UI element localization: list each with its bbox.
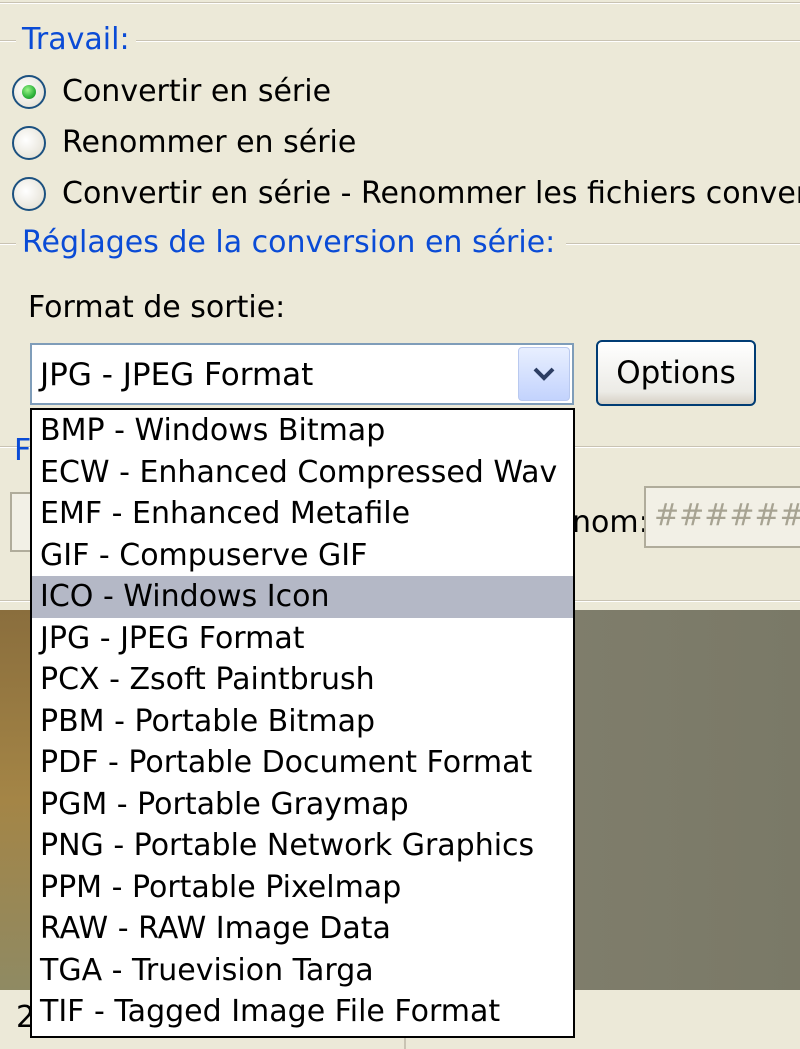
format-option[interactable]: PCX - Zsoft Paintbrush bbox=[32, 659, 573, 701]
format-option[interactable]: PGM - Portable Graymap bbox=[32, 784, 573, 826]
format-option[interactable]: PNG - Portable Network Graphics bbox=[32, 825, 573, 867]
radio-label-convertir[interactable]: Convertir en série bbox=[62, 74, 331, 110]
dropdown-arrow-button[interactable] bbox=[518, 347, 570, 401]
format-option[interactable]: RAW - RAW Image Data bbox=[32, 908, 573, 950]
format-option[interactable]: TIF - Tagged Image File Format bbox=[32, 991, 573, 1033]
format-option[interactable]: ECW - Enhanced Compressed Wav bbox=[32, 452, 573, 494]
radio-label-renommer[interactable]: Renommer en série bbox=[62, 125, 356, 161]
format-option[interactable]: PPM - Portable Pixelmap bbox=[32, 867, 573, 909]
output-format-select[interactable]: JPG - JPEG Format bbox=[30, 343, 574, 405]
travail-group-label: Travail: bbox=[22, 22, 130, 57]
reglages-group-line-right bbox=[566, 243, 800, 245]
reglages-group-line-left bbox=[0, 243, 16, 245]
top-border bbox=[0, 2, 800, 4]
name-label: nom: bbox=[572, 505, 649, 540]
format-option[interactable]: EMF - Enhanced Metafile bbox=[32, 493, 573, 535]
format-dropdown-list[interactable]: BMP - Windows Bitmap ECW - Enhanced Compr… bbox=[30, 408, 575, 1038]
travail-group-line-right bbox=[136, 40, 800, 42]
obscured-group-label: F bbox=[14, 433, 32, 468]
travail-group-line-left bbox=[0, 40, 16, 42]
format-option[interactable]: TGA - Truevision Targa bbox=[32, 950, 573, 992]
radio-convertir-renommer[interactable] bbox=[12, 177, 46, 211]
format-option[interactable]: ICO - Windows Icon bbox=[32, 576, 573, 618]
radio-convertir[interactable] bbox=[12, 75, 46, 109]
format-label: Format de sortie: bbox=[28, 290, 286, 325]
radio-renommer[interactable] bbox=[12, 126, 46, 160]
radio-label-convertir-renommer[interactable]: Convertir en série - Renommer les fichie… bbox=[62, 176, 800, 212]
radio-selected-dot bbox=[22, 85, 36, 99]
format-option[interactable]: JPG - JPEG Format bbox=[32, 618, 573, 660]
chevron-down-icon bbox=[533, 367, 555, 381]
output-format-value: JPG - JPEG Format bbox=[40, 357, 314, 393]
format-option[interactable]: PDF - Portable Document Format bbox=[32, 742, 573, 784]
format-option[interactable]: GIF - Compuserve GIF bbox=[32, 535, 573, 577]
options-button[interactable]: Options bbox=[596, 340, 756, 406]
format-option[interactable]: PBM - Portable Bitmap bbox=[32, 701, 573, 743]
format-option[interactable]: BMP - Windows Bitmap bbox=[32, 410, 573, 452]
name-pattern-field[interactable]: ######## bbox=[644, 486, 800, 548]
reglages-group-label: Réglages de la conversion en série: bbox=[22, 225, 556, 260]
